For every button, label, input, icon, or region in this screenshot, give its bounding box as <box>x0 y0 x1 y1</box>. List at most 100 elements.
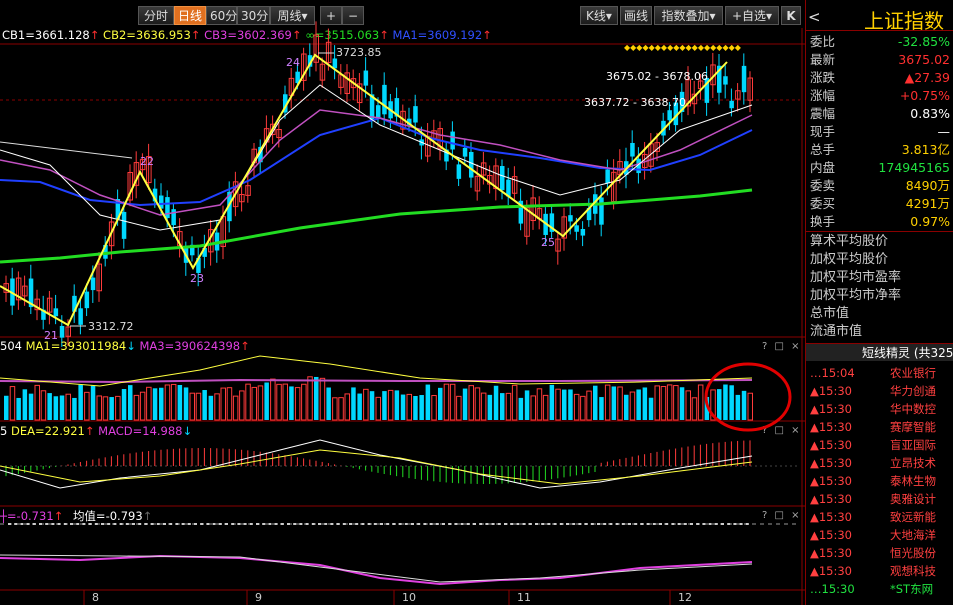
volume-bar <box>208 395 214 420</box>
indicator-tick <box>609 523 613 525</box>
ma-green-line <box>0 188 753 264</box>
indicator-tick <box>14 523 18 525</box>
quote-label: 内盘 <box>810 160 836 175</box>
short-line-item[interactable]: ▲15:30 立昂技术 <box>810 454 953 472</box>
quote-row: 委比 -32.85% <box>810 33 950 51</box>
stat-label: 加权平均市盈率 <box>810 270 902 285</box>
short-line-item[interactable]: …15:30 *ST东网 <box>810 580 953 598</box>
indicator-tick <box>559 523 563 525</box>
short-line-item[interactable]: ▲15:30 华力创通 <box>810 382 953 400</box>
volume-bar <box>351 387 356 420</box>
candle-body <box>59 325 65 338</box>
volume-bar <box>232 395 239 421</box>
candle-body <box>84 291 90 309</box>
indicator-tick <box>516 523 520 525</box>
volume-bar <box>4 395 9 420</box>
volume-ma1: MA1=393011984 <box>25 339 127 353</box>
short-line-stock: 恒光股份 <box>890 546 936 560</box>
volume-bar <box>524 390 530 420</box>
short-line-time: ▲15:30 <box>810 384 852 398</box>
volume-bar <box>735 394 741 420</box>
short-line-item[interactable]: ▲15:30 赛摩智能 <box>810 418 953 436</box>
indicator-tick <box>665 523 669 525</box>
stat-label: 加权平均股价 <box>810 252 889 267</box>
indicator-tick <box>652 523 656 525</box>
indicator-tick <box>727 523 731 525</box>
volume-bar <box>530 395 536 421</box>
quote-panel: < 上证指数 委比 -32.85% 最新 3675.02 涨跌 ▲27.39 涨幅 +0.75… <box>805 0 953 605</box>
volume-bar <box>394 390 400 420</box>
indicator-tick <box>566 523 569 525</box>
back-arrow-icon[interactable]: < <box>808 8 821 26</box>
candle-body <box>382 84 387 115</box>
volume-bar <box>468 385 474 421</box>
macd-dif-line <box>0 439 753 489</box>
volume-bar <box>406 393 412 421</box>
indicator-tick <box>504 523 507 525</box>
up-arrow-icon: ↑ <box>240 339 250 353</box>
short-line-time: ▲15:30 <box>810 510 852 524</box>
high-price-label: 3723.85 <box>336 46 382 59</box>
short-line-item[interactable]: …15:04 农业银行 <box>810 364 953 382</box>
quote-label: 委比 <box>810 34 836 49</box>
price-band-label: 3675.02 - 3678.06 <box>606 70 708 83</box>
indicator-tick <box>696 523 700 525</box>
quote-label: 涨跌 <box>810 70 836 85</box>
short-line-item[interactable]: ▲15:30 泰林生物 <box>810 472 953 490</box>
candle-body <box>469 151 474 178</box>
volume-bar <box>474 387 481 421</box>
quote-label: 最新 <box>810 52 836 67</box>
short-line-item[interactable]: ▲15:30 大地海洋 <box>810 526 953 544</box>
indicator-tick <box>175 523 179 525</box>
short-line-time: ▲15:30 <box>810 438 852 452</box>
volume-bar <box>53 396 59 420</box>
volume-bar <box>264 382 269 420</box>
indicator-tick <box>442 523 445 525</box>
volume-bar <box>555 388 561 421</box>
volume-bar <box>28 393 34 420</box>
short-line-item[interactable]: ▲15:30 奥雅设计 <box>810 490 953 508</box>
volume-bar <box>500 393 505 420</box>
indicator-tick <box>448 523 452 525</box>
volume-bar <box>276 383 282 421</box>
indicator-tick <box>163 523 166 525</box>
indicator-tick <box>404 523 408 525</box>
candle-body <box>723 76 728 85</box>
fourth-a: ┼=-0.731 <box>0 509 54 523</box>
short-line-item[interactable]: ▲15:30 盲亚国际 <box>810 436 953 454</box>
indicator-tick <box>621 523 625 525</box>
indicator-tick <box>88 523 92 525</box>
candle-body <box>171 209 176 226</box>
signal-diamonds: ◆◆◆◆◆◆◆◆◆◆◆◆◆◆◆◆◆◆◆ <box>624 43 742 52</box>
short-line-item[interactable]: ▲15:30 恒光股份 <box>810 544 953 562</box>
up-arrow-icon: ↑ <box>84 424 95 438</box>
quote-row: 委买 4291万 <box>810 195 950 213</box>
indicator-tick <box>714 523 718 525</box>
indicator-tick <box>634 523 638 525</box>
volume-bar <box>282 383 288 421</box>
short-line-item[interactable]: ▲15:30 观想科技 <box>810 562 953 580</box>
short-line-item[interactable]: ▲15:30 华中数控 <box>810 400 953 418</box>
volume-bar <box>617 386 623 421</box>
indicator-tick <box>411 523 414 525</box>
short-line-stock: 赛摩智能 <box>890 420 936 434</box>
indicator-tick <box>218 523 222 525</box>
indicator-tick <box>423 523 427 525</box>
indicator-tick <box>32 523 36 525</box>
volume-bar <box>257 385 264 421</box>
short-line-item[interactable]: ▲15:30 致远新能 <box>810 508 953 526</box>
indicator-tick <box>293 523 297 525</box>
short-line-title[interactable]: 短线精灵 (共3253 <box>806 343 953 361</box>
candle-body <box>450 131 455 150</box>
indicator-tick <box>380 523 383 525</box>
volume-bar <box>629 391 636 421</box>
down-arrow-icon: ↓ <box>182 424 193 438</box>
short-line-time: ▲15:30 <box>810 564 852 578</box>
volume-bar <box>382 391 387 420</box>
indicator-tick <box>361 523 365 525</box>
stat-label: 流通市值 <box>810 324 863 339</box>
volume-bar <box>220 387 226 421</box>
quote-value: 174945165 <box>878 160 950 175</box>
volume-bar <box>462 388 468 420</box>
volume-bar <box>438 387 443 420</box>
